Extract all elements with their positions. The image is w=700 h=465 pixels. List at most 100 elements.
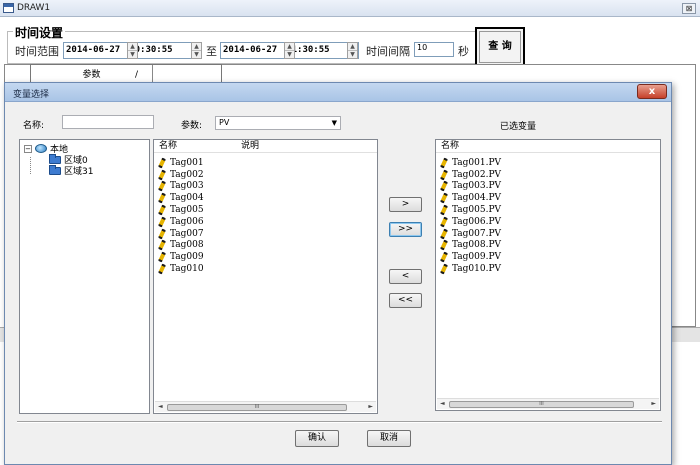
param-select[interactable]: PV ▼ xyxy=(215,116,341,130)
tree-node-root[interactable]: − 本地 xyxy=(24,143,68,155)
cancel-button[interactable]: 取消 xyxy=(367,430,411,447)
list-item[interactable]: Tag005.PV xyxy=(440,204,501,216)
scroll-right-icon[interactable]: ► xyxy=(651,399,656,409)
list-item[interactable]: Tag005 xyxy=(158,204,204,216)
scroll-left-icon[interactable]: ◄ xyxy=(440,399,445,409)
interval-label: 时间间隔 xyxy=(366,45,410,58)
tag-pencil-icon xyxy=(440,157,448,169)
tag-pencil-icon xyxy=(440,251,448,263)
spin-up-icon: ▲ xyxy=(287,43,292,50)
spin-up-icon: ▲ xyxy=(130,43,135,50)
available-hscrollbar[interactable]: ◄ III ► xyxy=(155,401,376,412)
start-time-spinner[interactable]: ▲ ▼ xyxy=(191,42,202,59)
variable-select-dialog: 变量选择 x 名称: 参数: PV ▼ − 本地 区域0 区域31 名称 说明 … xyxy=(4,82,672,465)
param-selected-value: PV xyxy=(219,118,230,127)
spin-down-icon: ▼ xyxy=(285,50,294,58)
time-range-label: 时间范围 xyxy=(15,45,59,58)
tag-pencil-icon xyxy=(440,228,448,240)
add-button[interactable]: > xyxy=(389,197,422,212)
tag-pencil-icon xyxy=(158,181,166,192)
list-item[interactable]: Tag010.PV xyxy=(440,263,501,275)
available-variables-list: 名称 说明 Tag001 Tag002 Tag003 Tag004 Tag005 Tag0… xyxy=(153,139,378,414)
scroll-left-icon[interactable]: ◄ xyxy=(158,402,163,412)
selected-list-header: 名称 xyxy=(436,140,660,153)
add-all-button[interactable]: >> xyxy=(389,222,422,237)
list-item[interactable]: Tag008 xyxy=(158,240,204,252)
list-item[interactable]: Tag001.PV xyxy=(440,157,501,169)
list-item[interactable]: Tag003.PV xyxy=(440,181,501,193)
tag-pencil-icon xyxy=(440,169,448,181)
list-item[interactable]: Tag004.PV xyxy=(440,192,501,204)
column-header-desc[interactable]: 说明 xyxy=(236,140,259,152)
tag-pencil-icon xyxy=(440,192,448,204)
selected-hscrollbar[interactable]: ◄ III ► xyxy=(437,398,659,409)
list-item-label: Tag005 xyxy=(170,205,204,216)
tag-pencil-icon xyxy=(158,204,166,216)
list-item-label: Tag009 xyxy=(170,252,204,263)
app-window-icon xyxy=(3,3,14,13)
interval-input[interactable]: 10 xyxy=(414,42,454,57)
list-item[interactable]: Tag009.PV xyxy=(440,251,501,263)
list-item-label: Tag002 xyxy=(170,169,204,180)
list-item[interactable]: Tag003 xyxy=(158,181,204,193)
list-item[interactable]: Tag006 xyxy=(158,216,204,228)
ok-button[interactable]: 确认 xyxy=(295,430,339,447)
collapse-icon[interactable]: − xyxy=(24,144,32,153)
available-items: Tag001 Tag002 Tag003 Tag004 Tag005 Tag006 Tag0… xyxy=(158,157,204,275)
end-date-value: 2014-06-27 xyxy=(223,45,278,55)
list-item[interactable]: Tag010 xyxy=(158,263,204,275)
list-item-label: Tag008 xyxy=(170,240,204,251)
window-close-button[interactable]: ⊠ xyxy=(682,3,696,14)
folder-icon xyxy=(49,153,61,164)
param-header-label: 参数 xyxy=(82,70,101,80)
name-label: 名称: xyxy=(23,121,45,131)
scroll-thumb[interactable]: III xyxy=(167,404,347,411)
tree-node-label: 区域31 xyxy=(64,167,94,177)
list-item-label: Tag002.PV xyxy=(452,169,502,180)
list-item[interactable]: Tag007 xyxy=(158,228,204,240)
spin-up-icon: ▲ xyxy=(194,43,199,50)
list-item[interactable]: Tag002 xyxy=(158,169,204,181)
list-item[interactable]: Tag002.PV xyxy=(440,169,501,181)
main-title-bar: DRAW1 ⊠ xyxy=(0,0,700,17)
dialog-close-button[interactable]: x xyxy=(637,84,667,99)
list-item-label: Tag005.PV xyxy=(452,205,502,216)
dialog-title-bar: 变量选择 x xyxy=(5,83,671,102)
end-time-spinner[interactable]: ▲ ▼ xyxy=(347,42,358,59)
end-date-spinner[interactable]: ▲ ▼ xyxy=(284,42,295,59)
remove-all-button[interactable]: << xyxy=(389,293,422,308)
seconds-label: 秒 xyxy=(458,45,469,58)
list-item[interactable]: Tag001 xyxy=(158,157,204,169)
dialog-title: 变量选择 xyxy=(13,90,50,100)
local-computer-icon xyxy=(35,144,47,153)
list-item[interactable]: Tag006.PV xyxy=(440,216,501,228)
scroll-thumb[interactable]: III xyxy=(449,401,634,408)
start-date-spinner[interactable]: ▲ ▼ xyxy=(127,42,138,59)
tag-pencil-icon xyxy=(440,181,448,192)
list-item[interactable]: Tag008.PV xyxy=(440,240,501,252)
param-label: 参数: xyxy=(181,121,203,131)
list-item-label: Tag007.PV xyxy=(452,228,502,239)
tag-pencil-icon xyxy=(158,192,166,204)
column-header-name[interactable]: 名称 xyxy=(154,140,236,152)
list-item-label: Tag003.PV xyxy=(452,181,502,192)
area-tree: − 本地 区域0 区域31 xyxy=(19,139,150,414)
list-item[interactable]: Tag004 xyxy=(158,192,204,204)
scroll-right-icon[interactable]: ► xyxy=(368,402,373,412)
list-item[interactable]: Tag009 xyxy=(158,251,204,263)
list-item-label: Tag007 xyxy=(170,228,204,239)
tree-node-area31[interactable]: 区域31 xyxy=(49,164,94,177)
tag-pencil-icon xyxy=(158,216,166,228)
spin-down-icon: ▼ xyxy=(192,50,201,58)
start-date-value: 2014-06-27 xyxy=(66,45,121,55)
query-button[interactable]: 查 询 xyxy=(475,27,525,67)
spin-down-icon: ▼ xyxy=(348,50,357,58)
column-header-name[interactable]: 名称 xyxy=(436,140,459,152)
list-item-label: Tag001 xyxy=(170,157,204,168)
tag-pencil-icon xyxy=(158,251,166,263)
selected-items: Tag001.PV Tag002.PV Tag003.PV Tag004.PV Tag0… xyxy=(440,157,501,275)
tag-pencil-icon xyxy=(158,263,166,275)
name-filter-input[interactable] xyxy=(62,115,154,129)
remove-button[interactable]: < xyxy=(389,269,422,284)
list-item[interactable]: Tag007.PV xyxy=(440,228,501,240)
